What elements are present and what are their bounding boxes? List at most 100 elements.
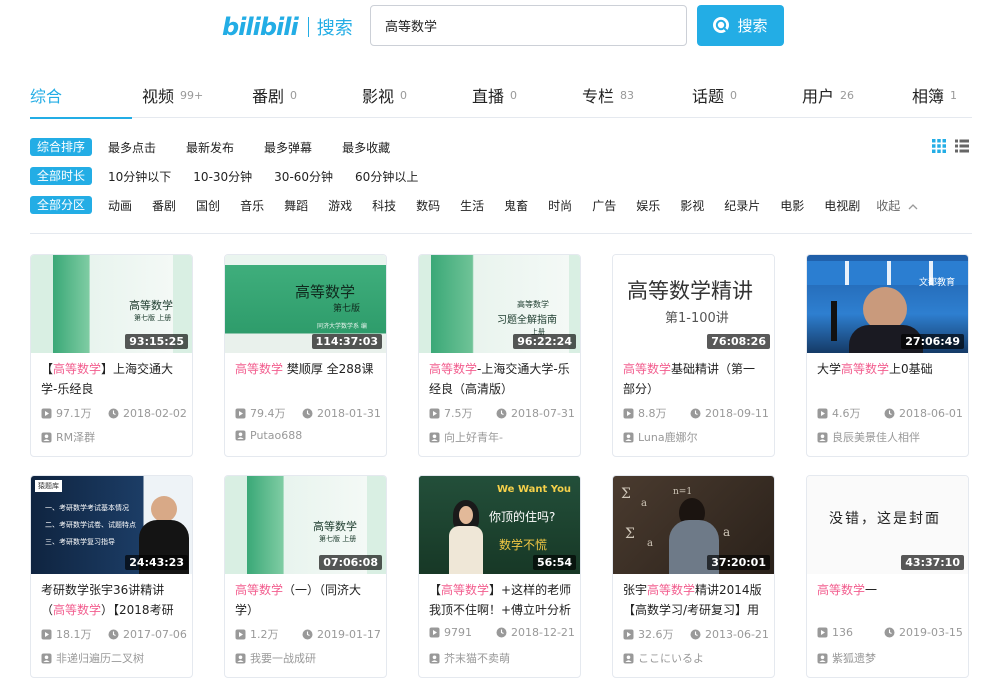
uploader[interactable]: ここにいるよ bbox=[623, 650, 704, 666]
uploader[interactable]: Putao688 bbox=[235, 429, 302, 442]
filter-option[interactable]: 广告 bbox=[592, 197, 616, 214]
tab-live[interactable]: 直播 0 bbox=[472, 72, 582, 118]
filter-option[interactable]: 30-60分钟 bbox=[274, 168, 333, 185]
tab-movie[interactable]: 影视 0 bbox=[362, 72, 472, 118]
video-title[interactable]: 高等数学基础精讲（第一部分） bbox=[623, 359, 766, 399]
video-thumbnail[interactable]: 猿题库 一、考研数学考试基本情况 二、考研数学试卷、试题特点 三、考研数学复习指… bbox=[31, 476, 192, 574]
video-title[interactable]: 考研数学张宇36讲精讲（高等数学）【2018考研资料】 bbox=[41, 580, 184, 620]
filter-option[interactable]: 电视剧 bbox=[824, 197, 860, 214]
tab-article[interactable]: 专栏 83 bbox=[582, 72, 692, 118]
video-thumbnail[interactable]: Σ a n=1 Σ a a 37:20:01 bbox=[613, 476, 774, 574]
search-button[interactable]: 搜索 bbox=[697, 5, 784, 46]
tab-label: 相簿 bbox=[912, 87, 945, 106]
filter-option[interactable]: 生活 bbox=[460, 197, 484, 214]
search-input[interactable]: 高等数学 bbox=[370, 5, 687, 46]
play-count-icon bbox=[235, 408, 246, 418]
tab-album[interactable]: 相簿 1 bbox=[912, 72, 972, 118]
filter-option[interactable]: 番剧 bbox=[152, 197, 176, 214]
view-count: 136 bbox=[832, 626, 853, 639]
title-keyword: 高等数学 bbox=[841, 362, 890, 376]
user-icon bbox=[235, 430, 246, 441]
uploader[interactable]: 向上好青年- bbox=[429, 429, 503, 445]
search-button-label: 搜索 bbox=[737, 17, 768, 35]
bilibili-logo[interactable]: bilibili 搜索 bbox=[222, 12, 353, 42]
thumb-subtitle: 第1-100讲 bbox=[665, 311, 729, 326]
video-card[interactable]: 高等数学 第七版 上册 93:15:25 【高等数学】上海交通大学-乐经良 97… bbox=[30, 254, 193, 457]
video-card[interactable]: 文都教育 27:06:49 大学高等数学上0基础 4.6万 2018-06-01… bbox=[806, 254, 969, 457]
chevron-up-icon bbox=[908, 203, 918, 209]
tab-all[interactable]: 综合 bbox=[30, 72, 132, 119]
video-thumbnail[interactable]: 高等数学 第七版 上册 93:15:25 bbox=[31, 255, 192, 353]
collapse-toggle[interactable]: 收起 bbox=[876, 197, 918, 214]
video-thumbnail[interactable]: 高等数学 第七版 上册 07:06:08 bbox=[225, 476, 386, 574]
tab-user[interactable]: 用户 26 bbox=[802, 72, 912, 118]
uploader[interactable]: RM泽群 bbox=[41, 429, 95, 445]
uploader[interactable]: 芥末猫不卖萌 bbox=[429, 650, 510, 666]
svg-text:a: a bbox=[723, 525, 730, 539]
filter-option[interactable]: 最多弹幕 bbox=[264, 139, 312, 156]
view-count: 9791 bbox=[444, 626, 472, 639]
filter-option[interactable]: 娱乐 bbox=[636, 197, 660, 214]
video-title[interactable]: 高等数学（一）（同济大学） bbox=[235, 580, 378, 620]
list-view-icon[interactable] bbox=[955, 139, 969, 153]
filter-option[interactable]: 时尚 bbox=[548, 197, 572, 214]
uploader-name: 我要一战成研 bbox=[250, 652, 316, 665]
video-thumbnail[interactable]: 文都教育 27:06:49 bbox=[807, 255, 968, 353]
filter-option[interactable]: 最多点击 bbox=[108, 139, 156, 156]
video-card[interactable]: 高等数学 习题全解指南 上册 96:22:24 高等数学-上海交通大学-乐经良（… bbox=[418, 254, 581, 457]
tab-bangumi[interactable]: 番剧 0 bbox=[252, 72, 362, 118]
uploader[interactable]: 良辰美景佳人相伴 bbox=[817, 429, 920, 445]
filter-option[interactable]: 数码 bbox=[416, 197, 440, 214]
video-title[interactable]: 高等数学一 bbox=[817, 580, 960, 620]
filter-option[interactable]: 纪录片 bbox=[724, 197, 760, 214]
video-title[interactable]: 张宇高等数学精讲2014版【高数学习/考研复习】用 bbox=[623, 580, 766, 620]
tab-count: 83 bbox=[620, 88, 635, 102]
video-title[interactable]: 大学高等数学上0基础 bbox=[817, 359, 960, 399]
video-title[interactable]: 高等数学-上海交通大学-乐经良（高清版） bbox=[429, 359, 572, 399]
filter-option[interactable]: 动画 bbox=[108, 197, 132, 214]
filter-option[interactable]: 鬼畜 bbox=[504, 197, 528, 214]
tab-video[interactable]: 视频 99+ bbox=[142, 72, 252, 118]
filter-zone-selected[interactable]: 全部分区 bbox=[30, 196, 93, 214]
filter-option[interactable]: 最新发布 bbox=[186, 139, 234, 156]
filter-option[interactable]: 最多收藏 bbox=[342, 139, 390, 156]
tab-topic[interactable]: 话题 0 bbox=[692, 72, 802, 118]
uploader[interactable]: 我要一战成研 bbox=[235, 650, 316, 666]
video-card[interactable]: We Want You 你顶的住吗? 数学不慌 56:54 【高等数学】+这样的… bbox=[418, 475, 581, 678]
filter-option[interactable]: 音乐 bbox=[240, 197, 264, 214]
video-thumbnail[interactable]: 没错，这是封面 43:37:10 bbox=[807, 476, 968, 574]
video-card[interactable]: 高等数学 第七版 上册 07:06:08 高等数学（一）（同济大学） 1.2万 … bbox=[224, 475, 387, 678]
filter-option[interactable]: 游戏 bbox=[328, 197, 352, 214]
video-title[interactable]: 【高等数学】上海交通大学-乐经良 bbox=[41, 359, 184, 399]
filter-duration-selected[interactable]: 全部时长 bbox=[30, 167, 93, 185]
video-card[interactable]: 猿题库 一、考研数学考试基本情况 二、考研数学试卷、试题特点 三、考研数学复习指… bbox=[30, 475, 193, 678]
video-title[interactable]: 【高等数学】+这样的老师我顶不住啊！+傅立叶分析 bbox=[429, 580, 572, 620]
uploader[interactable]: Luna鹿娜尔 bbox=[623, 429, 698, 445]
view-count: 18.1万 bbox=[56, 628, 92, 641]
filter-option[interactable]: 10-30分钟 bbox=[193, 168, 252, 185]
uploader-name: 紫狐遗梦 bbox=[832, 652, 876, 665]
user-icon bbox=[429, 653, 440, 663]
uploader[interactable]: 紫狐遗梦 bbox=[817, 650, 876, 666]
video-card[interactable]: Σ a n=1 Σ a a 37:20:01 张宇高等数学精讲2014版【高数学… bbox=[612, 475, 775, 678]
grid-view-icon[interactable] bbox=[932, 139, 946, 153]
filter-option[interactable]: 电影 bbox=[780, 197, 804, 214]
filter-option[interactable]: 国创 bbox=[196, 197, 220, 214]
search-input-value: 高等数学 bbox=[385, 20, 438, 35]
video-title[interactable]: 高等数学 樊顺厚 全288课 bbox=[235, 359, 378, 399]
video-card[interactable]: 高等数学精讲 第1-100讲 76:08:26 高等数学基础精讲（第一部分） 8… bbox=[612, 254, 775, 457]
filter-option[interactable]: 舞蹈 bbox=[284, 197, 308, 214]
video-thumbnail[interactable]: 高等数学精讲 第1-100讲 76:08:26 bbox=[613, 255, 774, 353]
logo-search-label: 搜索 bbox=[316, 18, 353, 39]
video-card[interactable]: 高等数学 第七版 同济大学数学系 编 114:37:03 高等数学 樊顺厚 全2… bbox=[224, 254, 387, 457]
uploader[interactable]: 非递归遍历二叉树 bbox=[41, 650, 144, 666]
filter-option[interactable]: 10分钟以下 bbox=[108, 168, 171, 185]
filter-option[interactable]: 影视 bbox=[680, 197, 704, 214]
filter-option[interactable]: 60分钟以上 bbox=[355, 168, 418, 185]
filter-sort-selected[interactable]: 综合排序 bbox=[30, 138, 93, 156]
filter-option[interactable]: 科技 bbox=[372, 197, 396, 214]
video-thumbnail[interactable]: We Want You 你顶的住吗? 数学不慌 56:54 bbox=[419, 476, 580, 574]
video-thumbnail[interactable]: 高等数学 第七版 同济大学数学系 编 114:37:03 bbox=[225, 255, 386, 353]
video-thumbnail[interactable]: 高等数学 习题全解指南 上册 96:22:24 bbox=[419, 255, 580, 353]
video-card[interactable]: 没错，这是封面 43:37:10 高等数学一 136 2019-03-15 紫狐… bbox=[806, 475, 969, 678]
